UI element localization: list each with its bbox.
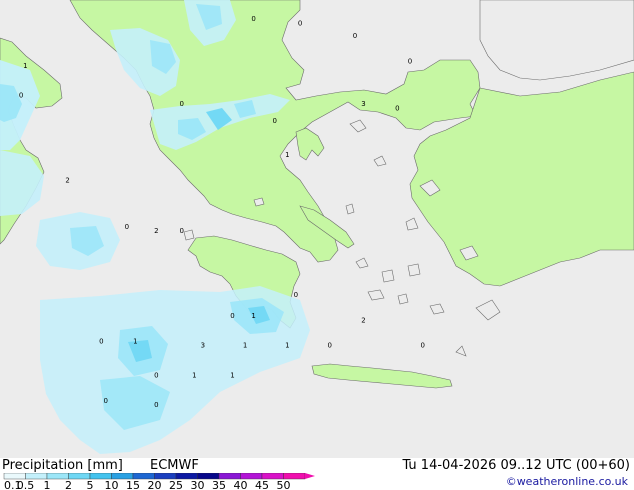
point-value-17: 1 (251, 312, 255, 320)
legend-arrow-icon (305, 473, 315, 479)
point-value-30: 0 (154, 401, 158, 409)
legend-tick-label: 25 (169, 479, 183, 490)
legend-tick-label: 40 (234, 479, 248, 490)
point-value-0: 0 (251, 15, 255, 23)
point-value-25: 0 (420, 342, 424, 350)
valid-time: Tu 14-04-2026 09..12 UTC (00+60) (402, 458, 630, 473)
point-value-16: 0 (230, 312, 234, 320)
credit-link[interactable]: ©weatheronline.co.uk (506, 475, 628, 489)
point-value-10: 0 (408, 58, 412, 66)
map-title: Precipitation [mm] (2, 458, 123, 473)
legend-tick-label: 2 (65, 479, 72, 490)
point-value-6: 0 (272, 117, 276, 125)
point-value-29: 0 (103, 397, 107, 405)
legend-tick-label: 30 (191, 479, 205, 490)
point-value-28: 1 (230, 371, 234, 379)
legend-tick-label: 20 (148, 479, 162, 490)
point-value-13: 2 (154, 227, 158, 235)
legend-tick-label: 5 (87, 479, 94, 490)
point-value-8: 3 (361, 100, 365, 108)
point-value-24: 0 (327, 342, 331, 350)
legend-tick-label: 0.5 (17, 479, 35, 490)
point-value-26: 0 (154, 371, 158, 379)
legend-tick-label: 15 (126, 479, 140, 490)
point-value-3: 1 (23, 62, 27, 70)
point-value-7: 1 (285, 151, 289, 159)
point-value-21: 3 (201, 342, 205, 350)
point-value-18: 2 (361, 316, 365, 324)
legend-tick-label: 45 (255, 479, 269, 490)
point-value-2: 0 (353, 32, 357, 40)
point-value-5: 0 (179, 100, 183, 108)
legend-tick-label: 35 (212, 479, 226, 490)
point-value-4: 0 (19, 92, 23, 100)
precipitation-map: 0 0 0 1 0 0 0 1 3 0 0 2 0 2 0 0 0 1 2 0 1 3 1 1 0 0 0 1 1 0 0 (0, 0, 634, 458)
point-value-23: 1 (285, 342, 289, 350)
point-value-20: 1 (133, 338, 137, 346)
point-value-9: 0 (395, 104, 399, 112)
point-value-14: 0 (179, 227, 183, 235)
legend-tick-label: 50 (277, 479, 291, 490)
legend-tick-label: 1 (44, 479, 51, 490)
legend-tick-label: 10 (105, 479, 119, 490)
point-value-12: 0 (125, 223, 129, 231)
point-value-19: 0 (99, 338, 103, 346)
point-value-27: 1 (192, 371, 196, 379)
point-value-1: 0 (298, 19, 302, 27)
precipitation-legend: 0.10.5 1 2 5 10 15 20 25 30 35 40 45 50 (3, 473, 315, 490)
point-value-11: 2 (65, 176, 69, 184)
weather-map-panel: 0001000130020200012013110001100 Precipit… (0, 0, 634, 490)
point-value-15: 0 (294, 291, 298, 299)
point-value-22: 1 (243, 342, 247, 350)
model-name: ECMWF (150, 458, 199, 473)
